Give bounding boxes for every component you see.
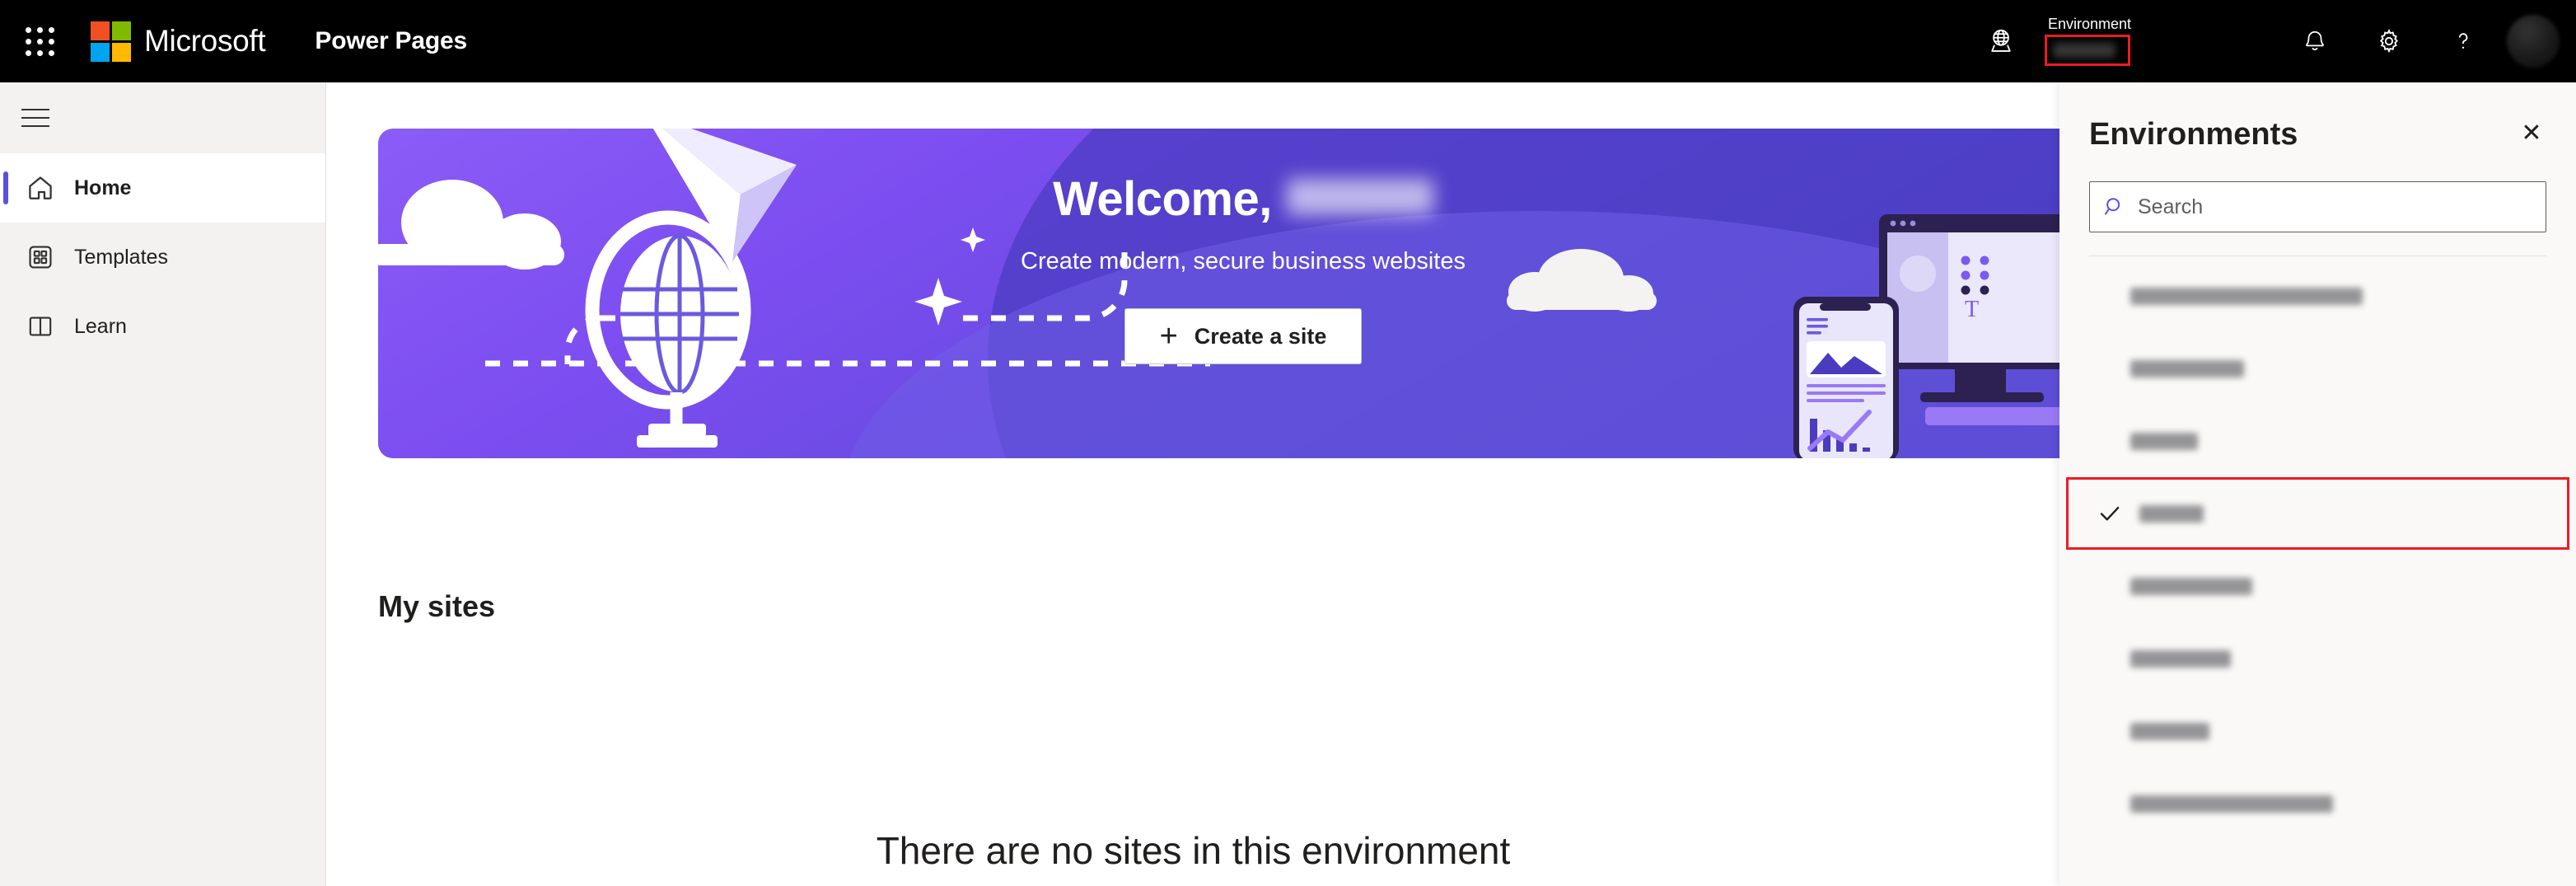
sidebar-item-label: Learn (74, 314, 127, 338)
environment-value (2052, 43, 2115, 58)
sidebar-item-home[interactable]: Home (0, 153, 325, 223)
environment-name (2130, 795, 2333, 813)
create-a-site-label: Create a site (1194, 323, 1327, 349)
list-item-selected[interactable] (2066, 477, 2569, 550)
main-content: T Welcome, Create modern, secure busines… (327, 82, 2059, 886)
environment-label: Environment (2047, 16, 2131, 32)
panel-divider (2089, 255, 2546, 256)
environment-selector[interactable]: Environment (2038, 0, 2138, 82)
environments-panel: Environments ✕ Search (2059, 82, 2576, 886)
empty-state: There are no sites in this environment T… (327, 828, 2059, 886)
environment-name (2130, 577, 2252, 595)
top-bar-actions: Environment (1964, 0, 2576, 82)
microsoft-wordmark: Microsoft (144, 24, 266, 58)
microsoft-logo[interactable]: Microsoft (91, 21, 266, 62)
list-item[interactable] (2059, 550, 2576, 622)
welcome-hero-banner: T Welcome, Create modern, secure busines… (378, 129, 2059, 458)
learn-book-icon (21, 307, 59, 345)
sidebar-item-label: Home (74, 176, 132, 199)
list-item[interactable] (2059, 622, 2576, 695)
top-app-bar: Microsoft Power Pages Environment (0, 0, 2576, 82)
close-icon[interactable]: ✕ (2515, 117, 2548, 150)
environments-search-wrapper: Search (2059, 150, 2576, 232)
sidebar-item-templates[interactable]: Templates (0, 223, 325, 292)
environment-name (2130, 432, 2198, 450)
microsoft-squares-icon (91, 21, 131, 62)
hamburger-icon (21, 105, 49, 130)
help-icon[interactable] (2426, 0, 2500, 82)
waffle-icon (25, 26, 54, 56)
home-icon (21, 169, 59, 207)
app-title[interactable]: Power Pages (315, 27, 467, 55)
environment-name (2130, 287, 2363, 305)
search-input[interactable]: Search (2089, 181, 2546, 232)
environment-name (2139, 504, 2204, 523)
hero-user-name (1286, 179, 1433, 215)
notifications-icon[interactable] (2278, 0, 2352, 82)
sidebar-collapse-button[interactable] (0, 82, 326, 153)
environment-name (2130, 359, 2244, 377)
environments-panel-header: Environments ✕ (2059, 82, 2576, 150)
list-item[interactable] (2059, 332, 2576, 405)
environments-list (2059, 260, 2576, 840)
empty-state-title: There are no sites in this environment (876, 829, 1511, 872)
svg-text:T: T (1965, 297, 1979, 322)
paper-plane-illustration (652, 129, 797, 262)
hero-text-block: Welcome, Create modern, secure business … (872, 171, 1614, 364)
environment-name (2130, 722, 2209, 740)
settings-icon[interactable] (2352, 0, 2426, 82)
create-a-site-button[interactable]: + Create a site (1124, 308, 1362, 364)
device-mockup-illustration: T (1793, 214, 2059, 458)
list-item[interactable] (2059, 405, 2576, 477)
list-item[interactable] (2059, 767, 2576, 840)
environment-value-highlight[interactable] (2044, 35, 2130, 66)
environment-name (2130, 649, 2231, 668)
checkmark-icon (2097, 500, 2139, 527)
search-icon (2103, 195, 2126, 218)
avatar[interactable] (2507, 15, 2560, 68)
sidebar: Home Templates Learn (0, 82, 326, 886)
list-item[interactable] (2059, 260, 2576, 332)
cloud-illustration-left (378, 180, 564, 270)
list-item[interactable] (2059, 695, 2576, 767)
sidebar-item-label: Templates (74, 245, 168, 269)
globe-environment-icon[interactable] (1964, 0, 2038, 82)
search-placeholder: Search (2138, 195, 2204, 218)
sidebar-item-learn[interactable]: Learn (0, 292, 325, 361)
hero-greeting-text: Welcome, (1053, 172, 1272, 226)
templates-icon (21, 238, 59, 276)
app-launcher-button[interactable] (0, 0, 79, 82)
hero-greeting: Welcome, (872, 171, 1614, 227)
plus-icon: + (1159, 319, 1178, 354)
my-sites-heading: My sites (378, 589, 496, 623)
environments-panel-title: Environments (2089, 117, 2298, 152)
hero-subtitle: Create modern, secure business websites (1021, 248, 1466, 274)
